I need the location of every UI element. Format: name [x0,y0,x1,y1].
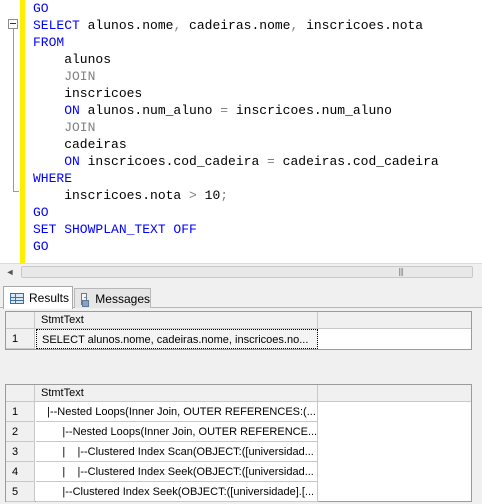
column-header-stmttext[interactable]: StmtText [36,385,318,401]
row-number[interactable]: 5 [6,482,35,502]
select-all-corner[interactable] [6,312,35,328]
code-line[interactable]: SELECT alunos.nome, cadeiras.nome, inscr… [33,17,423,34]
collapse-toggle-icon[interactable] [8,19,18,29]
code-token: JOIN [33,119,96,135]
code-line[interactable]: WHERE [33,170,72,187]
code-token: ON [33,153,80,169]
code-token: SET SHOWPLAN_TEXT OFF [33,221,197,237]
code-token: GO [33,238,49,254]
column-header-stmttext[interactable]: StmtText [36,312,318,328]
table-row[interactable]: 3 | |--Clustered Index Scan(OBJECT:([uni… [6,442,471,462]
code-line[interactable]: alunos [33,51,111,68]
table-row[interactable]: 2 |--Nested Loops(Inner Join, OUTER REFE… [6,422,471,442]
code-token: > [189,187,197,203]
scroll-left-arrow-icon[interactable]: ◄ [4,266,16,278]
select-all-corner[interactable] [6,385,35,401]
code-token: 10 [196,187,221,203]
tab-messages[interactable]: Messages [74,288,151,308]
grid-header: StmtText [6,312,471,329]
code-token: alunos.nome [79,17,174,33]
table-cell[interactable]: | |--Clustered Index Scan(OBJECT:([unive… [36,442,318,462]
code-token: SELECT [33,17,80,33]
code-line[interactable]: JOIN [33,68,95,85]
scrollbar-thumb[interactable]: ||| [21,266,473,278]
row-number[interactable]: 3 [6,442,35,462]
outline-bracket [13,28,14,192]
code-token: FROM [33,34,65,50]
sql-editor[interactable]: GO SELECT alunos.nome, cadeiras.nome, ins… [0,0,482,263]
code-line[interactable]: GO [33,238,49,255]
results-grid-1[interactable]: StmtText 1 SELECT alunos.nome, cadeiras.… [5,311,472,350]
code-token: cadeiras [33,136,127,152]
outline-bracket-end [13,191,19,192]
change-marker-bar [20,0,25,263]
code-line[interactable]: inscricoes [33,85,142,102]
code-token: inscricoes.nota [33,187,190,203]
code-token: GO [33,0,49,16]
code-token: cadeiras.nome [181,17,291,33]
table-cell[interactable]: |--Nested Loops(Inner Join, OUTER REFERE… [36,402,318,422]
row-number[interactable]: 1 [6,329,35,349]
results-grid-2[interactable]: StmtText 1 |--Nested Loops(Inner Join, O… [5,384,472,502]
code-token: ; [220,187,229,203]
row-number[interactable]: 2 [6,422,35,442]
tab-results-label: Results [29,291,70,305]
code-token: inscricoes [33,85,143,101]
table-cell[interactable]: | |--Clustered Index Seek(OBJECT:([unive… [36,462,318,482]
table-cell[interactable]: |--Clustered Index Seek(OBJECT:([univers… [36,482,318,502]
code-line[interactable]: ON inscricoes.cod_cadeira = cadeiras.cod… [33,153,439,170]
scrollbar-grip-icon: ||| [398,267,404,276]
table-row[interactable]: 4 | |--Clustered Index Seek(OBJECT:([uni… [6,462,471,482]
code-token: inscricoes.num_aluno [228,102,392,118]
code-token: = [267,153,275,169]
code-token: WHERE [33,170,73,186]
table-row[interactable]: 1 |--Nested Loops(Inner Join, OUTER REFE… [6,402,471,422]
code-line[interactable]: GO [33,204,49,221]
grid-header: StmtText [6,385,471,402]
code-token: inscricoes.nota [298,17,424,33]
row-number[interactable]: 1 [6,402,35,422]
code-line[interactable]: inscricoes.nota > 10; [33,187,228,204]
code-token: GO [33,204,49,220]
table-row[interactable]: 1 SELECT alunos.nome, cadeiras.nome, ins… [6,329,471,349]
code-token: ON [33,102,80,118]
code-line[interactable]: JOIN [33,119,95,136]
editor-horizontal-scrollbar[interactable]: ◄ ||| [0,263,482,280]
code-token: JOIN [33,68,96,84]
code-line[interactable]: cadeiras [33,136,127,153]
code-line[interactable]: GO [33,0,49,17]
code-line[interactable]: SET SHOWPLAN_TEXT OFF [33,221,197,238]
code-token: inscricoes.cod_cadeira [79,153,268,169]
tab-messages-label: Messages [95,291,150,306]
table-row[interactable]: 5 |--Clustered Index Seek(OBJECT:([unive… [6,482,471,502]
table-cell[interactable]: |--Nested Loops(Inner Join, OUTER REFERE… [36,422,318,442]
code-token: alunos [33,51,112,67]
code-line[interactable]: FROM [33,34,64,51]
grid-icon [10,292,24,304]
table-cell[interactable]: SELECT alunos.nome, cadeiras.nome, inscr… [36,329,318,349]
results-pane: Results Messages StmtText 1 SELECT aluno… [0,280,482,504]
tab-results[interactable]: Results [3,286,73,309]
code-line[interactable]: ON alunos.num_aluno = inscricoes.num_alu… [33,102,392,119]
results-tabstrip: Results Messages [0,280,482,309]
row-number[interactable]: 4 [6,462,35,482]
code-token: cadeiras.cod_cadeira [274,153,439,169]
messages-icon [81,292,90,307]
code-token: alunos.num_aluno [79,102,221,118]
code-token: = [220,102,229,118]
